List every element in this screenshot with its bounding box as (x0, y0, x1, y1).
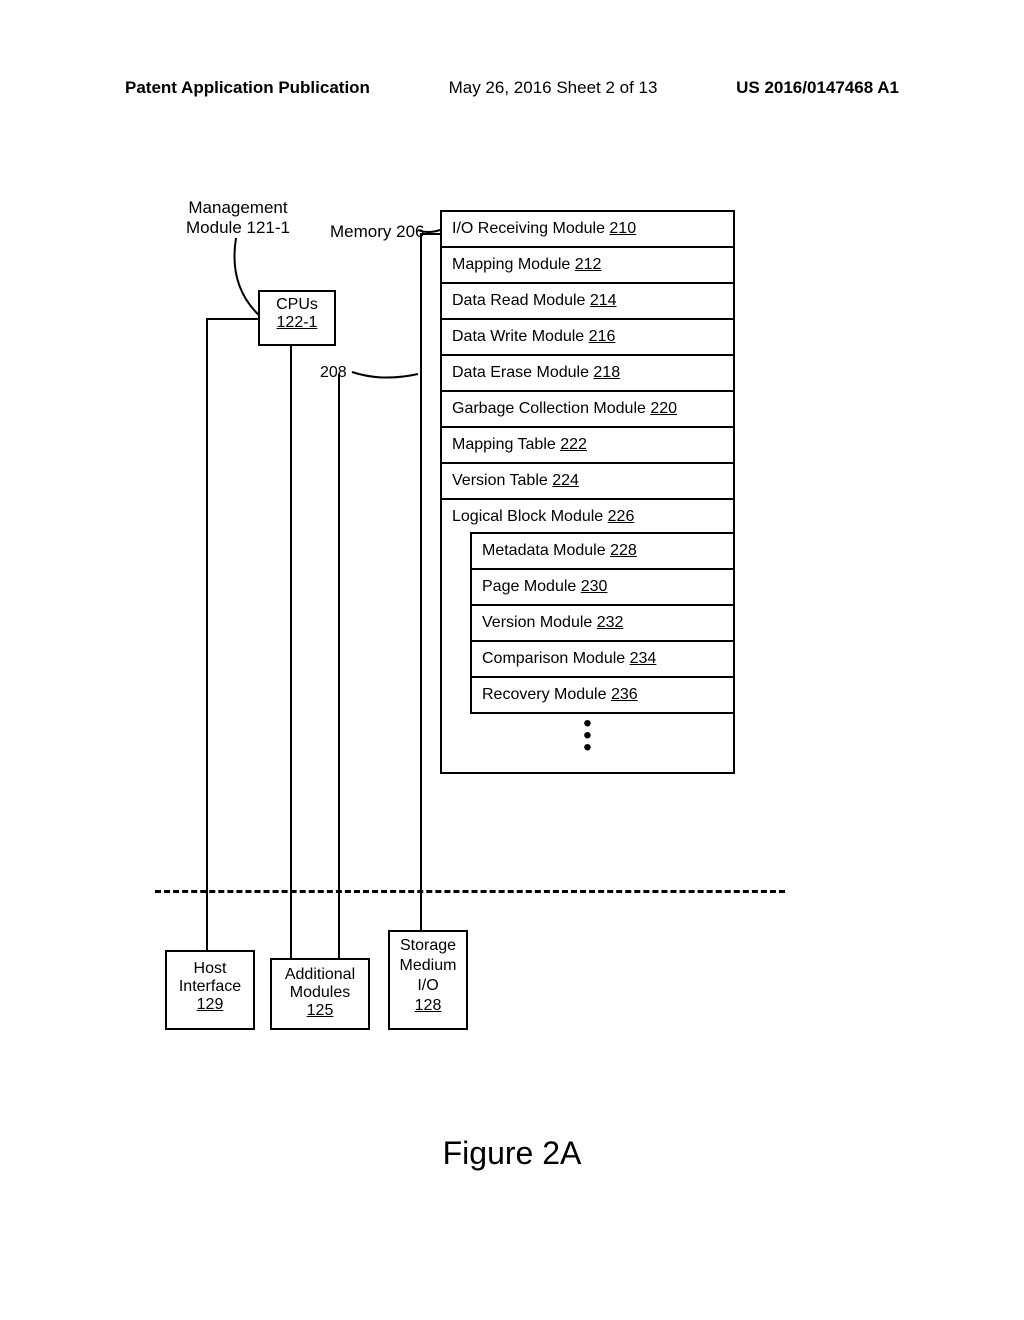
bus-h1 (206, 318, 258, 320)
m3-num: 214 (590, 292, 617, 309)
addl-l2: Modules (290, 984, 350, 1001)
page-header: Patent Application Publication May 26, 2… (0, 78, 1024, 98)
module-data-erase: Data Erase Module 218 (442, 356, 733, 392)
host-num: 129 (197, 996, 224, 1013)
memory-label: Memory 206 (330, 222, 424, 242)
s2-num: 230 (581, 578, 608, 595)
header-right: US 2016/0147468 A1 (736, 78, 899, 98)
bus-h4a (420, 233, 440, 235)
figure-diagram: Management Module 121-1 Memory 206 CPUs … (0, 190, 1024, 1090)
leader-208 (352, 368, 422, 384)
module-mapping: Mapping Module 212 (442, 248, 733, 284)
management-module-label: Management Module 121-1 (178, 198, 298, 239)
module-logical-block: Logical Block Module 226 Metadata Module… (442, 500, 733, 714)
storage-l3: I/O (417, 977, 438, 994)
storage-l1: Storage (400, 937, 456, 954)
s5-text: Recovery Module (482, 686, 611, 703)
figure-caption-text: Figure 2A (443, 1135, 582, 1171)
submodule-page: Page Module 230 (472, 568, 733, 606)
module-garbage-collection: Garbage Collection Module 220 (442, 392, 733, 428)
m1-text: I/O Receiving Module (452, 220, 609, 237)
s4-num: 234 (630, 650, 657, 667)
m4-text: Data Write Module (452, 328, 589, 345)
m9-text: Logical Block Module (452, 508, 608, 525)
m2-num: 212 (575, 256, 602, 273)
storage-medium-io-box: Storage Medium I/O 128 (388, 930, 468, 1030)
submodule-recovery: Recovery Module 236 (472, 676, 733, 714)
addl-l1: Additional (285, 966, 355, 983)
bus-vertical-4 (420, 233, 422, 978)
figure-caption: Figure 2A (0, 1135, 1024, 1172)
s3-num: 232 (597, 614, 624, 631)
header-center: May 26, 2016 Sheet 2 of 13 (449, 78, 658, 98)
mgmt-line2: Module 121-1 (186, 218, 290, 237)
mgmt-line1: Management (188, 198, 287, 217)
module-data-read: Data Read Module 214 (442, 284, 733, 320)
memory-label-text: Memory 206 (330, 222, 424, 241)
host-l1: Host (194, 960, 227, 977)
storage-num: 128 (415, 997, 442, 1014)
header-left: Patent Application Publication (125, 78, 370, 98)
m6-num: 220 (650, 400, 677, 417)
cpus-number: 122-1 (277, 314, 318, 331)
submodule-comparison: Comparison Module 234 (472, 640, 733, 678)
cpus-box: CPUs 122-1 (258, 290, 336, 346)
storage-l2: Medium (400, 957, 457, 974)
label-208-text: 208 (320, 364, 347, 381)
submodule-version: Version Module 232 (472, 604, 733, 642)
host-l2: Interface (179, 978, 241, 995)
s1-num: 228 (610, 542, 637, 559)
module-io-receiving: I/O Receiving Module 210 (442, 212, 733, 248)
m7-text: Mapping Table (452, 436, 560, 453)
ellipsis-icon: ••• (442, 712, 733, 772)
dashed-divider (155, 890, 785, 893)
host-interface-box: Host Interface 129 (165, 950, 255, 1030)
module-data-write: Data Write Module 216 (442, 320, 733, 356)
s3-text: Version Module (482, 614, 597, 631)
submodule-metadata: Metadata Module 228 (472, 532, 733, 570)
module-version-table: Version Table 224 (442, 464, 733, 500)
bus-vertical-1 (206, 318, 208, 978)
module-mapping-table: Mapping Table 222 (442, 428, 733, 464)
s2-text: Page Module (482, 578, 581, 595)
m6-text: Garbage Collection Module (452, 400, 650, 417)
label-208: 208 (320, 363, 347, 382)
s4-text: Comparison Module (482, 650, 630, 667)
m4-num: 216 (589, 328, 616, 345)
addl-num: 125 (307, 1002, 334, 1019)
bus-vertical-3 (338, 374, 340, 978)
m2-text: Mapping Module (452, 256, 575, 273)
m5-num: 218 (593, 364, 620, 381)
additional-modules-box: Additional Modules 125 (270, 958, 370, 1030)
s5-num: 236 (611, 686, 638, 703)
m8-num: 224 (552, 472, 579, 489)
m1-num: 210 (609, 220, 636, 237)
m7-num: 222 (560, 436, 587, 453)
s1-text: Metadata Module (482, 542, 610, 559)
m9-num: 226 (608, 508, 635, 525)
sub-modules: Metadata Module 228 Page Module 230 Vers… (470, 532, 733, 714)
m8-text: Version Table (452, 472, 552, 489)
bus-vertical-2 (290, 346, 292, 978)
m5-text: Data Erase Module (452, 364, 593, 381)
cpus-label: CPUs (276, 296, 318, 313)
m3-text: Data Read Module (452, 292, 590, 309)
memory-box: I/O Receiving Module 210 Mapping Module … (440, 210, 735, 774)
